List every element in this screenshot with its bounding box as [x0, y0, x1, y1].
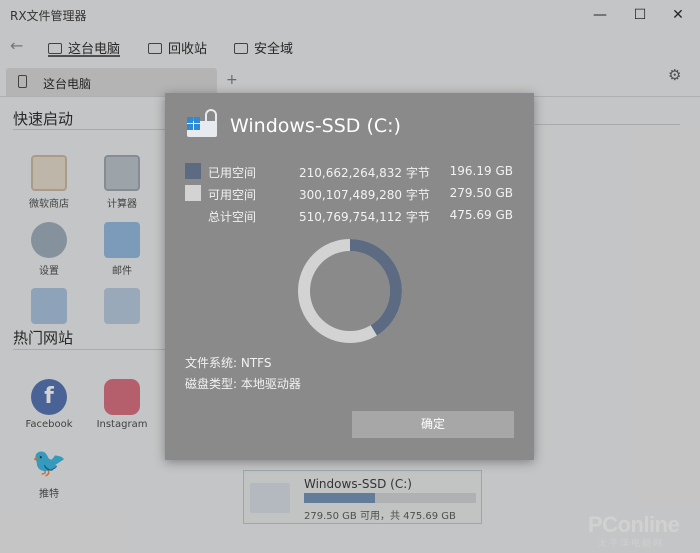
total-space-label: 总计空间 [208, 210, 257, 224]
free-space-label: 可用空间 [208, 188, 257, 202]
usage-donut-chart [298, 239, 402, 343]
used-space-bytes: 210,662,264,832 字节 [299, 166, 430, 180]
used-space-row: 已用空间 210,662,264,832 字节 196.19 GB [185, 162, 515, 180]
used-space-swatch [185, 163, 201, 179]
filesystem-info: 文件系统: NTFS [185, 356, 272, 370]
free-space-swatch [185, 185, 201, 201]
free-space-size: 279.50 GB [449, 186, 513, 200]
drive-properties-dialog: Windows-SSD (C:) 已用空间 210,662,264,832 字节… [165, 93, 534, 460]
total-space-row: 总计空间 510,769,754,112 字节 475.69 GB [185, 206, 515, 224]
used-space-label: 已用空间 [208, 166, 257, 180]
disk-type-info: 磁盘类型: 本地驱动器 [185, 377, 301, 391]
dialog-title: Windows-SSD (C:) [230, 115, 401, 137]
free-space-bytes: 300,107,489,280 字节 [299, 188, 430, 202]
drive-lock-icon [187, 109, 223, 139]
ok-button[interactable]: 确定 [352, 411, 514, 438]
total-space-bytes: 510,769,754,112 字节 [299, 210, 430, 224]
free-space-row: 可用空间 300,107,489,280 字节 279.50 GB [185, 184, 515, 202]
used-space-size: 196.19 GB [449, 164, 513, 178]
total-space-size: 475.69 GB [449, 208, 513, 222]
